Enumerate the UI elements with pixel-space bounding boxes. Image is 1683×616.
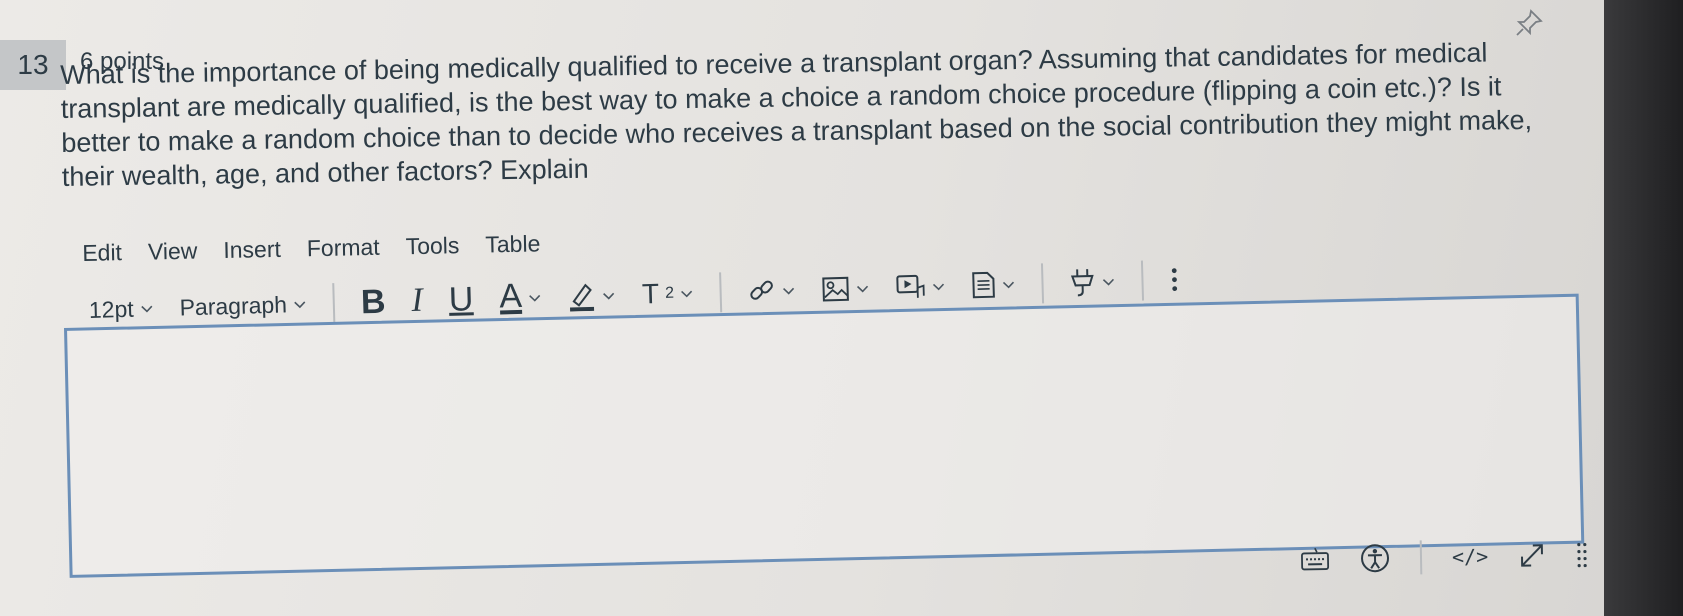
image-icon bbox=[822, 276, 850, 302]
text-color-button[interactable]: A bbox=[498, 276, 543, 316]
question-number: 13 bbox=[0, 40, 66, 90]
keyboard-shortcuts-button[interactable] bbox=[1300, 547, 1330, 572]
underline-button[interactable]: U bbox=[448, 280, 474, 320]
toolbar-divider bbox=[719, 272, 723, 313]
toolbar-divider bbox=[332, 283, 336, 324]
media-icon bbox=[896, 274, 926, 298]
menu-format[interactable]: Format bbox=[307, 234, 380, 263]
highlight-color-button[interactable] bbox=[568, 280, 617, 312]
link-button[interactable] bbox=[748, 276, 797, 305]
font-size-value: 12pt bbox=[88, 295, 134, 323]
drag-handle-icon bbox=[1577, 542, 1587, 568]
kebab-menu-icon bbox=[1172, 268, 1178, 292]
chevron-down-icon bbox=[529, 294, 541, 302]
toolbar-divider bbox=[1041, 263, 1045, 304]
resize-handle[interactable] bbox=[1576, 540, 1588, 568]
statusbar-divider bbox=[1419, 540, 1423, 575]
superscript-exponent: 2 bbox=[664, 284, 675, 302]
link-icon bbox=[750, 280, 774, 300]
chevron-down-icon bbox=[1103, 278, 1115, 286]
chevron-down-icon bbox=[681, 290, 693, 298]
font-size-select[interactable]: 12pt bbox=[89, 295, 154, 324]
editor-menubar: Edit View Insert Format Tools Table bbox=[82, 230, 541, 267]
accessibility-checker-button[interactable] bbox=[1360, 543, 1391, 574]
bold-label: B bbox=[360, 282, 387, 321]
italic-button[interactable]: I bbox=[411, 282, 423, 320]
expand-icon bbox=[1521, 544, 1544, 567]
screen-bezel bbox=[1604, 0, 1683, 616]
answer-editor[interactable] bbox=[64, 293, 1585, 578]
pin-icon[interactable] bbox=[1514, 8, 1544, 38]
menu-view[interactable]: View bbox=[148, 238, 198, 266]
underline-label: U bbox=[448, 279, 474, 319]
toolbar-divider bbox=[1141, 260, 1145, 301]
superscript-button[interactable]: T2 bbox=[642, 277, 695, 310]
document-button[interactable] bbox=[972, 270, 1017, 299]
menu-table[interactable]: Table bbox=[485, 230, 541, 258]
editor-statusbar: </> bbox=[1300, 537, 1589, 576]
keyboard-icon bbox=[1301, 547, 1330, 571]
italic-label: I bbox=[410, 281, 424, 319]
highlighter-icon bbox=[570, 283, 595, 312]
bold-button[interactable]: B bbox=[360, 282, 386, 322]
block-format-value: Paragraph bbox=[179, 290, 288, 320]
fullscreen-button[interactable] bbox=[1518, 541, 1546, 569]
image-button[interactable] bbox=[822, 275, 871, 302]
block-format-select[interactable]: Paragraph bbox=[179, 290, 307, 321]
menu-tools[interactable]: Tools bbox=[405, 232, 459, 260]
chevron-down-icon bbox=[933, 283, 945, 291]
apps-button[interactable] bbox=[1069, 266, 1116, 297]
chevron-down-icon bbox=[294, 301, 306, 309]
chevron-down-icon bbox=[857, 285, 869, 293]
chevron-down-icon bbox=[141, 305, 153, 313]
accessibility-icon bbox=[1361, 544, 1390, 573]
chevron-down-icon bbox=[783, 287, 795, 295]
question-text: What is the importance of being medicall… bbox=[60, 37, 1533, 192]
menu-edit[interactable]: Edit bbox=[82, 239, 122, 267]
superscript-label: T bbox=[641, 278, 660, 310]
more-options-button[interactable] bbox=[1169, 266, 1180, 294]
text-color-label: A bbox=[498, 276, 523, 316]
menu-insert[interactable]: Insert bbox=[223, 236, 281, 264]
html-editor-button[interactable]: </> bbox=[1452, 544, 1489, 569]
plug-icon bbox=[1071, 269, 1095, 297]
media-button[interactable] bbox=[896, 273, 947, 300]
chevron-down-icon bbox=[1003, 281, 1015, 289]
document-icon bbox=[972, 271, 996, 299]
page: 13 6 points What is the importance of be… bbox=[0, 0, 1610, 616]
chevron-down-icon bbox=[603, 292, 615, 300]
